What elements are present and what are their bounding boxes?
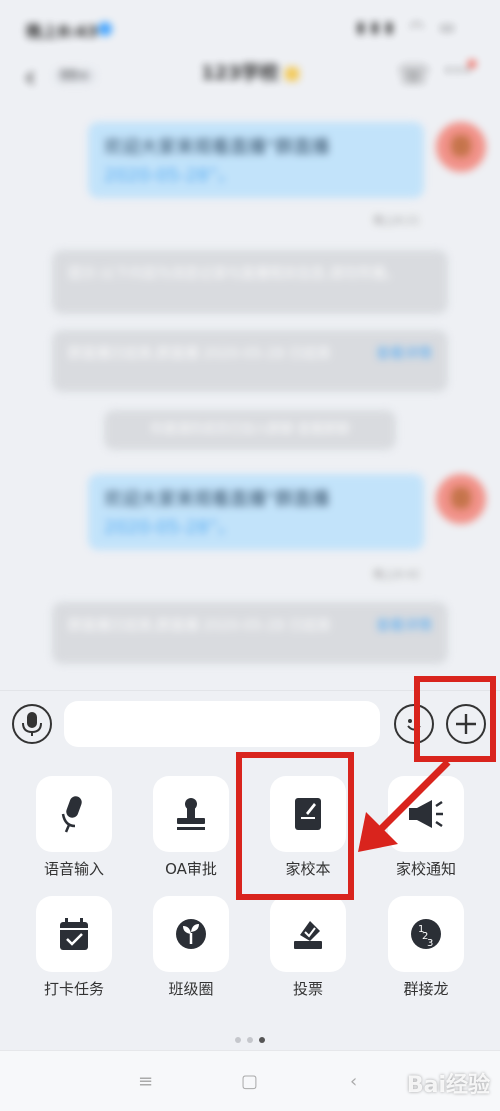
home-nav-icon[interactable]: ▢ xyxy=(241,1071,258,1092)
megaphone-icon xyxy=(409,800,443,828)
page-dot xyxy=(247,1037,253,1043)
view-details-link[interactable]: 查看详情 xyxy=(376,342,432,366)
function-icon-tile xyxy=(153,896,229,972)
system-message: 你邀请的成员已加入群聊 查看群聊 xyxy=(104,410,396,450)
function-oa-approval[interactable]: OA审批 xyxy=(131,760,251,878)
function-label: 群接龙 xyxy=(403,980,449,998)
unread-dot-icon xyxy=(468,60,476,68)
function-icon-tile xyxy=(270,896,346,972)
function-label: 投票 xyxy=(292,980,323,998)
message-time: 晚上8:42 xyxy=(373,568,420,581)
page-dot xyxy=(235,1037,241,1043)
function-label: 语音输入 xyxy=(43,860,104,878)
function-icon-tile xyxy=(36,776,112,852)
phone-call-icon[interactable]: ☏ xyxy=(397,60,430,90)
message-time: 晚上8:21 xyxy=(373,214,420,227)
function-check-in-task[interactable]: 打卡任务 xyxy=(14,880,134,998)
highlight-box-home-school-book xyxy=(236,752,354,900)
highlight-box-plus xyxy=(414,676,496,762)
message-bubble-incoming[interactable]: 查看详情 群直播已结束,群直播 2020-05-28 已结束 xyxy=(52,602,448,664)
page-indicator[interactable] xyxy=(0,1028,500,1047)
voice-toggle-button[interactable] xyxy=(12,704,52,744)
page-dot-active xyxy=(259,1037,265,1043)
function-label: 打卡任务 xyxy=(43,980,104,998)
notification-dot-icon xyxy=(98,22,112,36)
message-bubble-incoming[interactable]: 查看详情 群直播已结束,群直播 2020-05-28 已结束 xyxy=(52,330,448,392)
ballot-icon xyxy=(294,921,322,949)
group-badge-icon xyxy=(284,66,299,81)
calendar-check-icon xyxy=(60,918,88,950)
status-time: 晚上8:43 xyxy=(26,22,98,41)
function-group-relay[interactable]: 1 2 3 群接龙 xyxy=(366,880,486,998)
message-line-link[interactable]: 2020-05-28”。 xyxy=(104,162,408,190)
message-text: 群直播已结束,群直播 2020-05-28 已结束 xyxy=(68,618,331,634)
function-label: 家校通知 xyxy=(395,860,456,878)
message-bubble-outgoing[interactable]: 欢迎大家来观看直播“群直播 2020-05-28”。 xyxy=(88,474,424,550)
message-bubble-outgoing[interactable]: 欢迎大家来观看直播“群直播 2020-05-28”。 xyxy=(88,122,424,198)
chat-title-text: 123学校 xyxy=(201,62,279,84)
microphone-icon xyxy=(22,712,42,736)
avatar[interactable] xyxy=(436,122,486,172)
function-icon-tile: 1 2 3 xyxy=(388,896,464,972)
avatar[interactable] xyxy=(436,474,486,524)
more-options-icon[interactable]: ··· xyxy=(444,56,472,86)
menu-nav-icon[interactable]: ≡ xyxy=(138,1071,153,1092)
chat-header: ‹ 99+ 123学校 ☏ ··· xyxy=(0,56,500,104)
relay-icon: 1 2 3 xyxy=(411,919,441,949)
function-label: 班级圈 xyxy=(168,980,214,998)
signal-wifi-battery-icon: ▮▮▮ ◠ ▭ xyxy=(356,18,460,36)
view-details-link[interactable]: 查看详情 xyxy=(376,614,432,638)
message-line-link[interactable]: 2020-05-28”。 xyxy=(104,514,408,542)
svg-text:3: 3 xyxy=(427,938,433,949)
sprout-icon xyxy=(176,919,206,949)
message-text: 提示:以下内容为消息记录与直播相关信息,请勿传播。 xyxy=(68,266,400,282)
function-class-circle[interactable]: 班级圈 xyxy=(131,880,251,998)
chat-area[interactable]: 晚上8:43 ▮▮▮ ◠ ▭ ‹ 99+ 123学校 ☏ ··· 欢迎大家来观看… xyxy=(0,0,500,690)
mic-icon xyxy=(61,796,82,833)
message-line: 欢迎大家来观看直播“群直播 xyxy=(104,137,330,158)
message-line: 欢迎大家来观看直播“群直播 xyxy=(104,489,330,510)
function-label: OA审批 xyxy=(165,860,217,878)
message-text: 群直播已结束,群直播 2020-05-28 已结束 xyxy=(68,346,331,362)
stamp-icon xyxy=(177,798,205,830)
watermark: Bai经验 xyxy=(406,1073,490,1098)
function-icon-tile xyxy=(36,896,112,972)
status-bar: 晚上8:43 ▮▮▮ ◠ ▭ xyxy=(0,0,500,56)
function-voice-input[interactable]: 语音输入 xyxy=(14,760,134,878)
message-input[interactable] xyxy=(64,701,380,747)
chat-screen: 晚上8:43 ▮▮▮ ◠ ▭ ‹ 99+ 123学校 ☏ ··· 欢迎大家来观看… xyxy=(0,0,500,1111)
message-bubble-incoming[interactable]: 提示:以下内容为消息记录与直播相关信息,请勿传播。 xyxy=(52,250,448,314)
back-nav-icon[interactable]: ‹ xyxy=(350,1071,357,1092)
function-icon-tile xyxy=(153,776,229,852)
function-home-school-notice[interactable]: 家校通知 xyxy=(366,760,486,878)
function-icon-tile xyxy=(388,776,464,852)
